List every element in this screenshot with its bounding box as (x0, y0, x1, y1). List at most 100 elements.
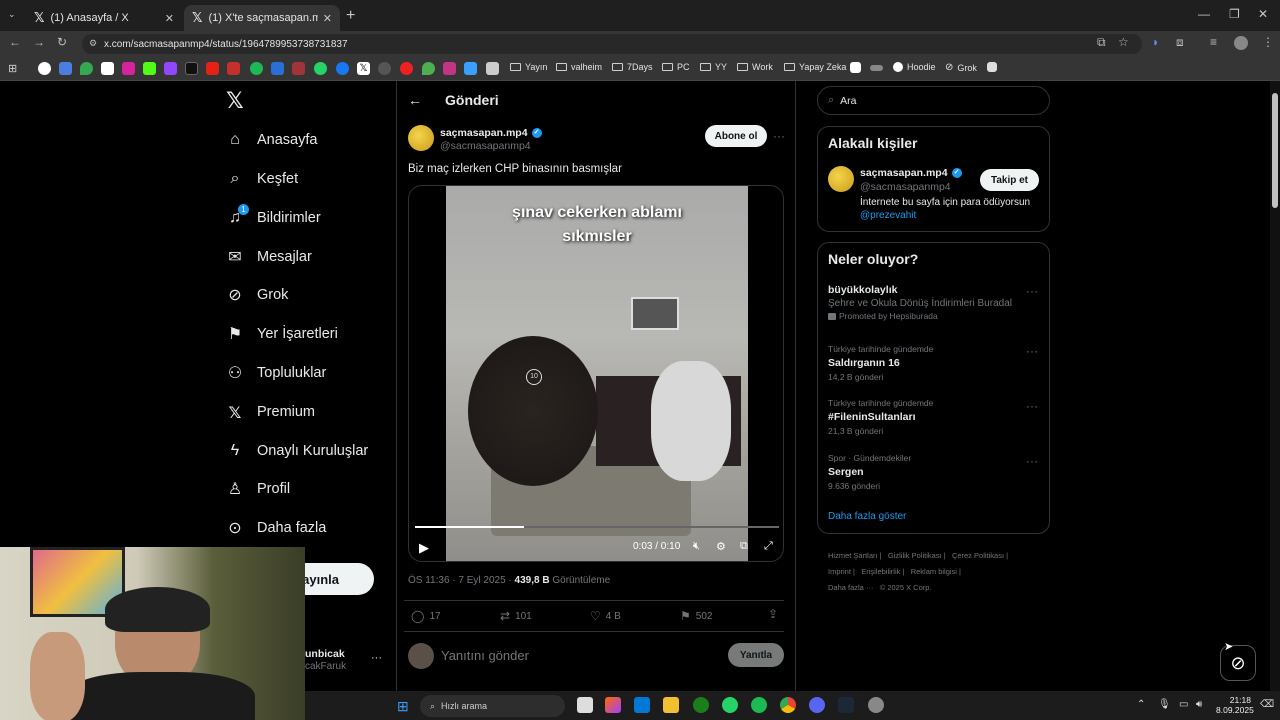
tab-post[interactable]: 𝕏 (1) X'te saçmasapan.mp4: "Biz m ✕ (184, 5, 340, 31)
reload-icon[interactable]: ↻ (57, 35, 67, 49)
account-menu-icon[interactable]: ··· (371, 652, 382, 664)
bookmark-star-icon[interactable]: ☆ (1118, 35, 1129, 49)
nav-grok[interactable]: ⊘ Grok (225, 276, 288, 314)
forward-icon[interactable]: → (33, 35, 45, 49)
bookmark-folder[interactable]: valheim (556, 62, 602, 72)
tab-search-icon[interactable]: ⌄ (8, 9, 16, 20)
related-bio-link[interactable]: @prezevahit (860, 210, 916, 221)
trend-item[interactable]: büyükkolaylık Şehre ve Okula Dönüş İndir… (828, 284, 1038, 321)
footer-link[interactable]: Reklam bilgisi (911, 567, 957, 576)
kick-bookmark-icon[interactable] (143, 62, 156, 75)
x-bookmark-icon[interactable]: 𝕏 (357, 62, 370, 75)
related-name[interactable]: saçmasapan.mp4 ✓ (860, 167, 962, 179)
windows-start-icon[interactable]: ⊞ (397, 698, 409, 715)
bookmark-icon[interactable] (227, 62, 240, 75)
bookmark-icon[interactable] (850, 62, 861, 73)
trend-item[interactable]: Türkiye tarihinde gündemde #FileninSulta… (828, 398, 1038, 436)
site-info-icon[interactable]: ⚙ (89, 38, 97, 49)
close-tab-icon[interactable]: ✕ (165, 12, 174, 25)
bookmark-hoodie[interactable]: Hoodie (893, 62, 936, 72)
reply-action[interactable]: ◯ 17 (411, 609, 441, 623)
bookmark-icon[interactable] (987, 62, 997, 72)
related-avatar[interactable] (828, 166, 854, 192)
nav-notifications[interactable]: ♫ 1 Bildirimler (225, 199, 321, 237)
google-bookmark-icon[interactable] (38, 62, 51, 75)
app-icon[interactable] (868, 697, 884, 713)
subscribe-button[interactable]: Abone ol (705, 125, 767, 147)
extension-icon[interactable]: ◗ (1152, 35, 1159, 49)
nav-premium[interactable]: 𝕏 Premium (225, 393, 315, 431)
video-player[interactable]: şınav cekerken ablamı sıkmısler 10 ▶ 0:0… (408, 185, 784, 562)
show-more-link[interactable]: Daha fazla göster (828, 511, 906, 522)
bookmark-icon[interactable] (400, 62, 413, 75)
author-name[interactable]: saçmasapan.mp4 ✓ (440, 127, 542, 139)
bookmark-folder[interactable]: Work (737, 62, 773, 72)
instagram-bookmark-icon[interactable] (122, 62, 135, 75)
search-input[interactable]: ⌕ Ara (817, 86, 1050, 115)
scrollbar-thumb[interactable] (1272, 93, 1278, 208)
bookmark-grok[interactable]: ⊘ Grok (945, 62, 977, 73)
chrome-icon[interactable] (780, 697, 796, 713)
copilot-icon[interactable] (605, 697, 621, 713)
x-logo-icon[interactable]: 𝕏 (226, 89, 244, 114)
minimize-button[interactable]: — (1198, 7, 1210, 21)
spotify-icon[interactable] (751, 697, 767, 713)
footer-link[interactable]: Çerez Politikası (952, 551, 1004, 560)
reply-input[interactable]: Yanıtını gönder (441, 648, 529, 663)
author-handle[interactable]: @sacmasapanmp4 (440, 140, 531, 152)
file-explorer-icon[interactable] (663, 697, 679, 713)
tray-expand-icon[interactable]: ⌃ (1137, 699, 1145, 710)
pip-icon[interactable]: ⧉ (740, 540, 748, 553)
media-icon[interactable]: ≡ (1210, 35, 1217, 49)
footer-link[interactable]: Hizmet Şartları (828, 551, 878, 560)
tiktok-bookmark-icon[interactable] (185, 62, 198, 75)
twitch-bookmark-icon[interactable] (164, 62, 177, 75)
restore-button[interactable]: ❐ (1229, 7, 1240, 21)
play-icon[interactable]: ▶ (419, 540, 429, 556)
store-icon[interactable] (634, 697, 650, 713)
clock[interactable]: 21:18 8.09.2025 (1216, 695, 1254, 715)
trend-more-icon[interactable]: ··· (1026, 284, 1038, 298)
follow-button[interactable]: Takip et (980, 169, 1039, 191)
scrollbar[interactable] (1270, 81, 1280, 691)
monitor-icon[interactable]: ▭ (1179, 699, 1188, 710)
close-tab-icon[interactable]: ✕ (323, 12, 332, 25)
footer-link[interactable]: Daha fazla ··· (828, 583, 873, 592)
extensions-icon[interactable]: ⧈ (1176, 35, 1184, 50)
youtube-bookmark-icon[interactable] (206, 62, 219, 75)
mute-icon[interactable]: 🔇︎ (693, 540, 700, 553)
volume-icon[interactable]: 🔊︎ (1196, 699, 1202, 710)
bookmark-folder[interactable]: Yayın (510, 62, 547, 72)
close-window-button[interactable]: ✕ (1258, 7, 1268, 21)
translate-bookmark-icon[interactable] (59, 62, 72, 75)
spotify-bookmark-icon[interactable] (250, 62, 263, 75)
profile-avatar[interactable] (1234, 36, 1248, 50)
discord-icon[interactable] (809, 697, 825, 713)
reply-button[interactable]: Yanıtla (728, 643, 784, 667)
trend-item[interactable]: Türkiye tarihinde gündemde Saldırganın 1… (828, 344, 1038, 382)
nav-home[interactable]: ⌂ Anasayfa (225, 121, 317, 159)
settings-gear-icon[interactable]: ⚙ (716, 540, 726, 553)
share-icon[interactable]: ⇪ (768, 607, 778, 621)
author-avatar[interactable] (408, 125, 434, 151)
install-icon[interactable]: ⧉ (1097, 35, 1106, 50)
video-progress-track[interactable] (415, 526, 779, 528)
bookmark-icon[interactable] (422, 62, 435, 75)
steam-icon[interactable] (838, 697, 854, 713)
maps-bookmark-icon[interactable] (80, 62, 93, 75)
whatsapp-icon[interactable] (722, 697, 738, 713)
bookmark-icon[interactable] (443, 62, 456, 75)
taskbar-search[interactable]: ⌕ Hızlı arama (420, 695, 565, 717)
footer-link[interactable]: Gizlilik Politikası (888, 551, 942, 560)
nav-communities[interactable]: ⚇ Topluluklar (225, 354, 327, 392)
bookmark-folder[interactable]: Yapay Zeka (784, 62, 846, 72)
post-more-icon[interactable]: ··· (773, 129, 785, 143)
tab-home[interactable]: 𝕏 (1) Anasayfa / X ✕ (26, 5, 182, 31)
footer-link[interactable]: Imprint (828, 567, 851, 576)
xbox-icon[interactable] (693, 697, 709, 713)
new-tab-button[interactable]: + (346, 7, 355, 25)
apps-icon[interactable]: ⊞ (8, 62, 17, 75)
notification-center-icon[interactable]: ⌫ (1260, 699, 1274, 710)
nav-bookmarks[interactable]: ⚑ Yer İşaretleri (225, 315, 338, 353)
facebook-bookmark-icon[interactable] (336, 62, 349, 75)
